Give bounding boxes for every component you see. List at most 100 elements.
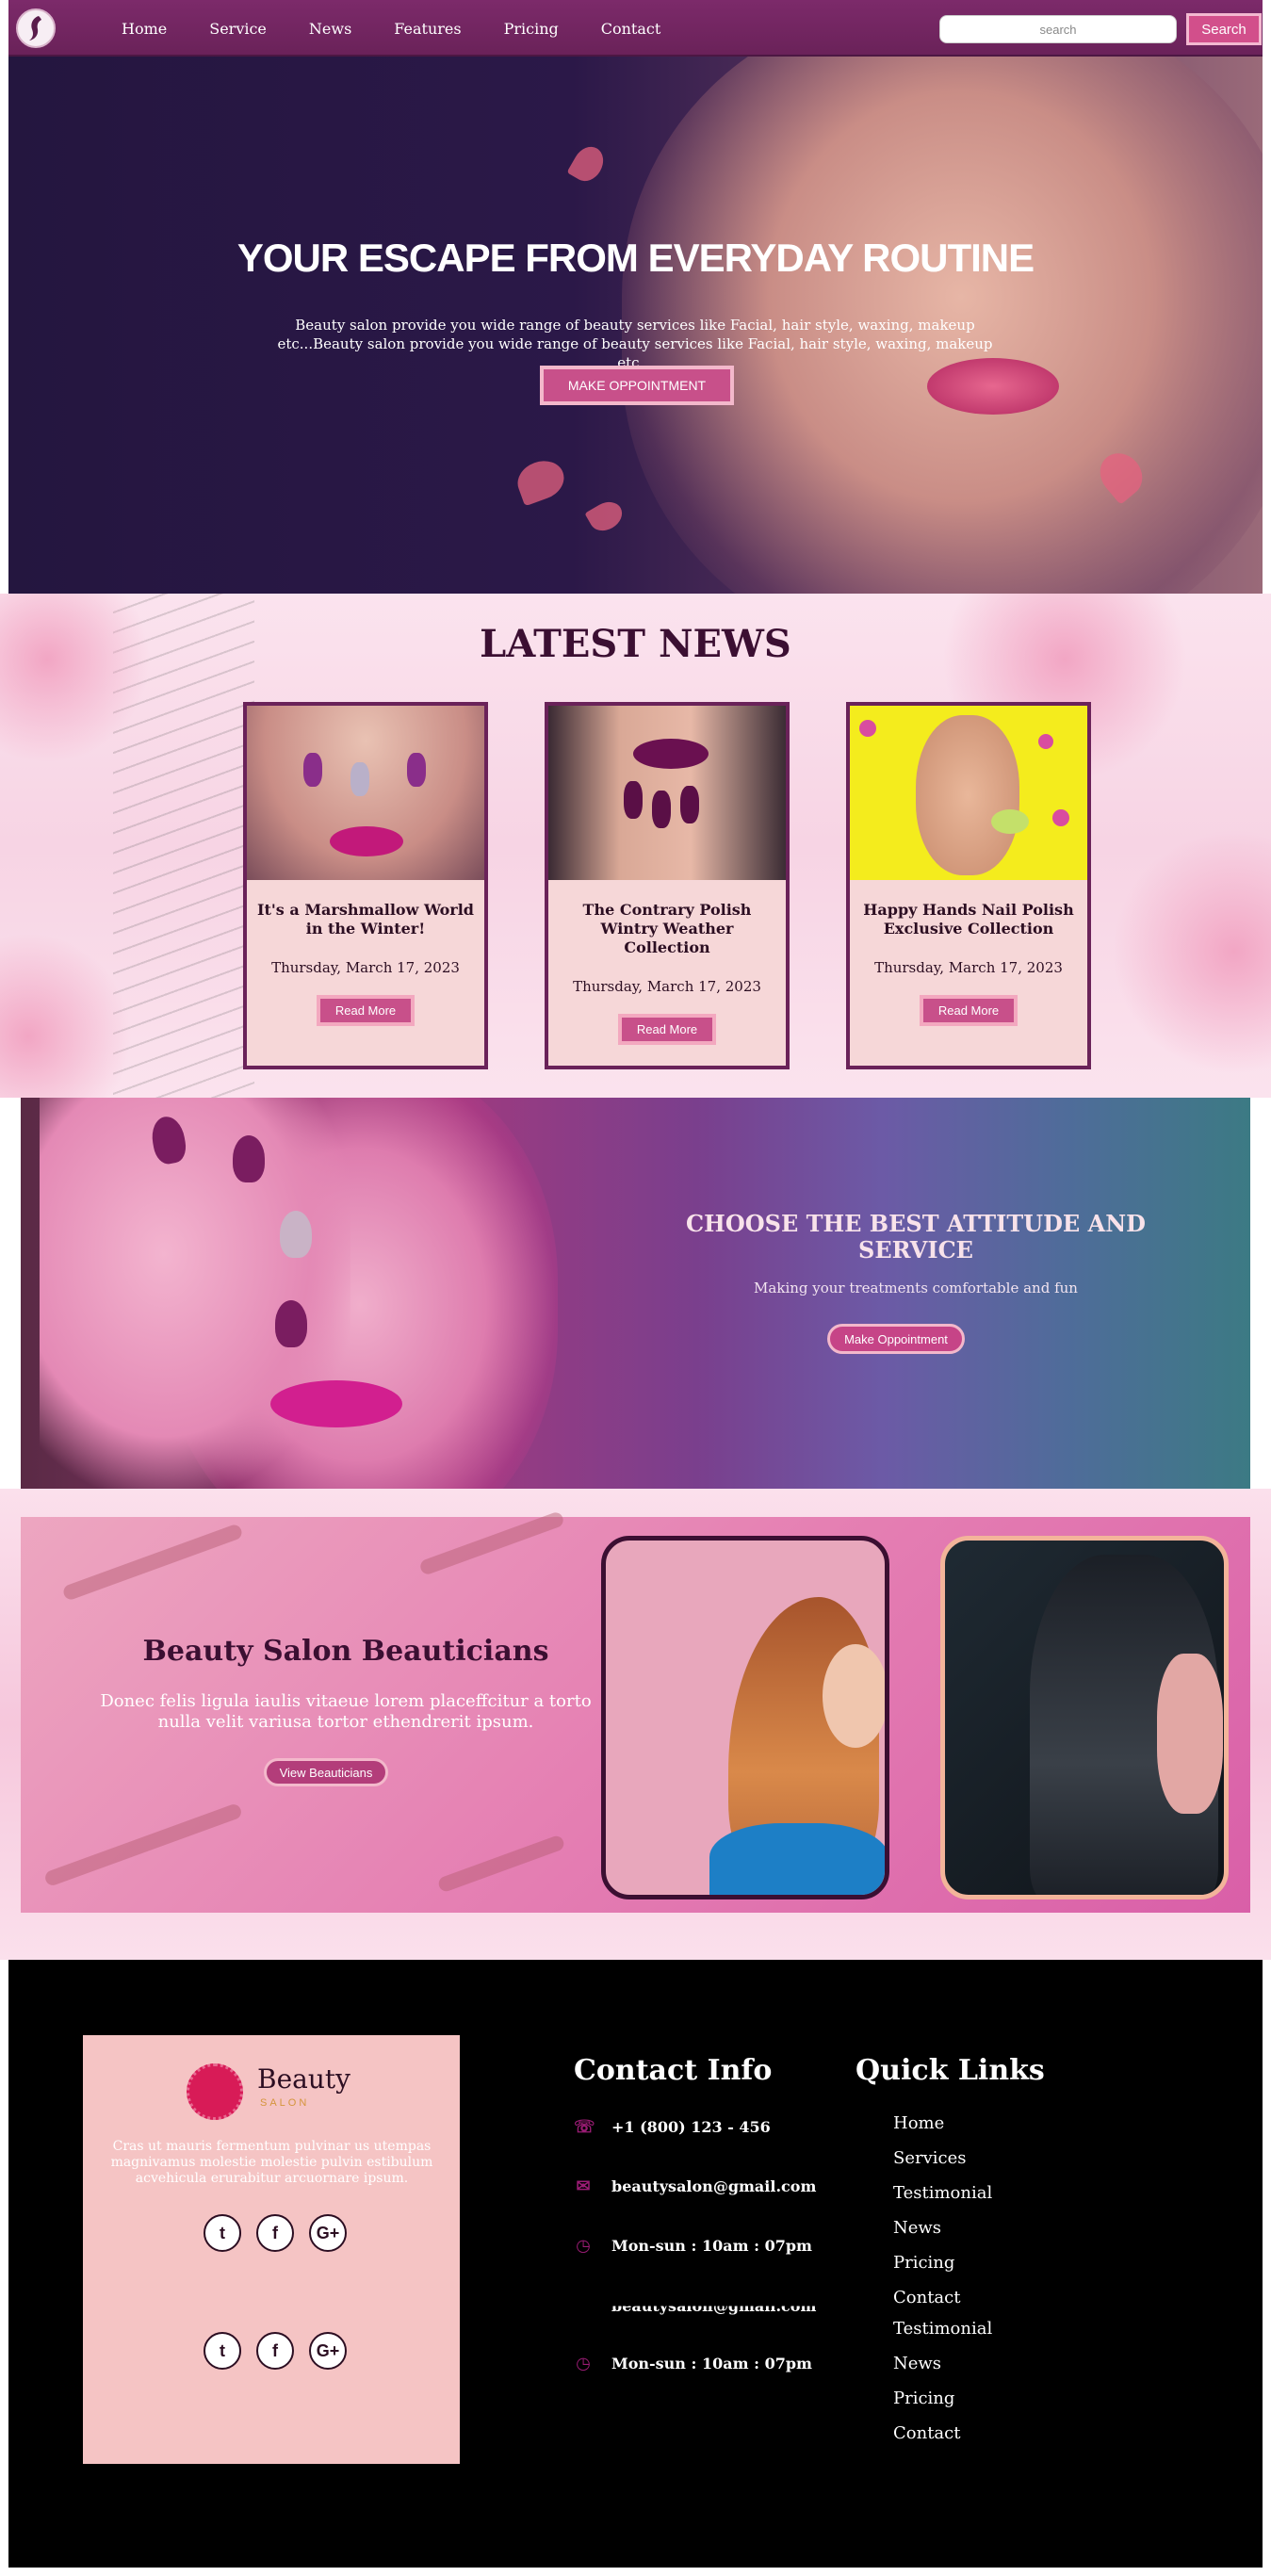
- flower-decor: [1112, 829, 1271, 1074]
- lips-decor: [270, 1380, 402, 1427]
- quick-link-contact[interactable]: Contact: [893, 2416, 992, 2451]
- attitude-banner: CHOOSE THE BEST ATTITUDE AND SERVICE Mak…: [21, 1098, 1250, 1489]
- polka-dot-decor: [1038, 734, 1053, 749]
- top-navbar: Home Service News Features Pricing Conta…: [8, 0, 1263, 57]
- brush-decor: [418, 1510, 565, 1576]
- polka-dot-decor: [859, 720, 876, 737]
- nail-decor: [680, 786, 699, 823]
- quick-links-list-duplicate: Testimonial News Pricing Contact: [893, 2311, 992, 2451]
- contact-hours-text: Mon-sun : 10am : 07pm: [611, 2236, 812, 2255]
- social-links: t f G+: [204, 2214, 347, 2252]
- attitude-hand-image: [40, 1098, 350, 1489]
- petal-decor: [566, 141, 610, 187]
- nail-decor: [407, 753, 426, 787]
- read-more-button[interactable]: Read More: [317, 995, 415, 1026]
- brush-decor: [61, 1523, 244, 1602]
- make-appointment-button[interactable]: Make Oppointment: [827, 1324, 965, 1354]
- quick-link-news[interactable]: News: [893, 2346, 992, 2381]
- attitude-title: CHOOSE THE BEST ATTITUDE AND SERVICE: [686, 1210, 1146, 1264]
- google-plus-icon[interactable]: G+: [309, 2332, 347, 2370]
- quick-link-pricing[interactable]: Pricing: [893, 2245, 992, 2280]
- beauticians-section: Beauty Salon Beauticians Donec felis lig…: [0, 1489, 1271, 1960]
- search-input[interactable]: [939, 15, 1177, 43]
- facebook-icon[interactable]: f: [256, 2332, 294, 2370]
- nail-decor: [303, 753, 322, 787]
- news-card: It's a Marshmallow World in the Winter! …: [243, 702, 488, 1069]
- latest-news-section: LATEST NEWS It's a Marshmallow World in …: [0, 594, 1271, 1098]
- nav-item-features[interactable]: Features: [394, 20, 461, 38]
- quick-link-home[interactable]: Home: [893, 2106, 992, 2141]
- brush-decor: [42, 1802, 244, 1888]
- nav-item-home[interactable]: Home: [122, 20, 167, 38]
- quick-link-services[interactable]: Services: [893, 2141, 992, 2176]
- quick-link-pricing[interactable]: Pricing: [893, 2381, 992, 2416]
- nav-item-news[interactable]: News: [309, 20, 351, 38]
- nav-item-pricing[interactable]: Pricing: [504, 20, 559, 38]
- news-card-date: Thursday, March 17, 2023: [874, 959, 1063, 976]
- twitter-icon[interactable]: t: [204, 2332, 241, 2370]
- news-card-title: Happy Hands Nail Polish Exclusive Collec…: [863, 901, 1074, 937]
- phone-icon: ☏: [574, 2117, 595, 2137]
- read-more-button[interactable]: Read More: [618, 1014, 716, 1045]
- hero-title: YOUR ESCAPE FROM EVERYDAY ROUTINE: [236, 236, 1035, 280]
- social-links: t f G+: [204, 2332, 347, 2370]
- quick-link-testimonial[interactable]: Testimonial: [893, 2311, 992, 2346]
- beauty-salon-logo-icon: [187, 2063, 243, 2120]
- beauticians-text: Donec felis ligula iaulis vitaeue lorem …: [100, 1691, 592, 1732]
- news-card-title: It's a Marshmallow World in the Winter!: [257, 901, 474, 937]
- quick-link-contact[interactable]: Contact: [893, 2280, 992, 2315]
- nail-decor: [624, 781, 643, 819]
- news-card-title: The Contrary Polish Wintry Weather Colle…: [582, 901, 752, 956]
- news-card-image: [850, 706, 1087, 880]
- polka-dot-decor: [1052, 809, 1069, 826]
- beauticians-title: Beauty Salon Beauticians: [142, 1635, 549, 1668]
- nav-item-contact[interactable]: Contact: [601, 20, 661, 38]
- clock-icon: ◷: [576, 2354, 591, 2373]
- brand-subtitle: SALON: [260, 2097, 310, 2109]
- nav-menu: Home Service News Features Pricing Conta…: [122, 0, 703, 57]
- google-plus-icon[interactable]: G+: [309, 2214, 347, 2252]
- flower-decor: [0, 933, 132, 1098]
- contact-email: ✉ beautysalon@gmail.com: [574, 2172, 816, 2200]
- beauticians-panel: Beauty Salon Beauticians Donec felis lig…: [21, 1510, 1250, 1913]
- macaron-decor: [991, 809, 1029, 834]
- news-card: The Contrary Polish Wintry Weather Colle…: [545, 702, 790, 1069]
- attitude-subtitle: Making your treatments comfortable and f…: [754, 1280, 1078, 1296]
- beautician-face: [1157, 1654, 1223, 1814]
- clock-icon: ◷: [576, 2236, 591, 2256]
- hero-text: Beauty salon provide you wide range of b…: [277, 317, 993, 371]
- footer: Beauty SALON Cras ut mauris fermentum pu…: [8, 1960, 1263, 2568]
- view-beauticians-button[interactable]: View Beauticians: [264, 1758, 388, 1786]
- beautician-shirt: [709, 1823, 885, 1895]
- news-card: Happy Hands Nail Polish Exclusive Collec…: [846, 702, 1091, 1069]
- read-more-button[interactable]: Read More: [920, 995, 1018, 1026]
- contact-phone-text: +1 (800) 123 - 456: [611, 2117, 771, 2136]
- contact-hours: ◷ Mon-sun : 10am : 07pm: [574, 2231, 812, 2259]
- make-appointment-button[interactable]: MAKE OPPOINTMENT: [540, 366, 734, 405]
- twitter-icon[interactable]: t: [204, 2214, 241, 2252]
- footer-about-text: Cras ut mauris fermentum pulvinar us ute…: [110, 2139, 433, 2186]
- nail-decor: [652, 791, 671, 828]
- news-card-image: [548, 706, 786, 880]
- contact-email-overlap: beautysalon@gmail.com: [611, 2297, 817, 2316]
- quick-links-title: Quick Links: [855, 2054, 1045, 2087]
- salon-logo-icon[interactable]: [16, 8, 56, 48]
- facebook-icon[interactable]: f: [256, 2214, 294, 2252]
- petal-decor: [584, 496, 627, 537]
- news-card-date: Thursday, March 17, 2023: [271, 959, 460, 976]
- contact-phone: ☏ +1 (800) 123 - 456: [574, 2112, 771, 2141]
- hero-banner: YOUR ESCAPE FROM EVERYDAY ROUTINE Beauty…: [8, 57, 1263, 594]
- nail-decor: [350, 762, 369, 796]
- news-card-date: Thursday, March 17, 2023: [573, 978, 761, 995]
- quick-links-list: Home Services Testimonial News Pricing C…: [893, 2106, 992, 2315]
- nav-item-service[interactable]: Service: [209, 20, 267, 38]
- beautician-face: [823, 1644, 885, 1748]
- nail-decor: [275, 1300, 307, 1347]
- search-button[interactable]: Search: [1186, 13, 1262, 45]
- quick-link-testimonial[interactable]: Testimonial: [893, 2176, 992, 2210]
- mail-icon: ✉: [576, 2177, 591, 2196]
- contact-email-text[interactable]: beautysalon@gmail.com: [611, 2177, 816, 2195]
- news-heading: LATEST NEWS: [480, 622, 791, 666]
- quick-link-news[interactable]: News: [893, 2210, 992, 2245]
- contact-info-title: Contact Info: [574, 2054, 773, 2087]
